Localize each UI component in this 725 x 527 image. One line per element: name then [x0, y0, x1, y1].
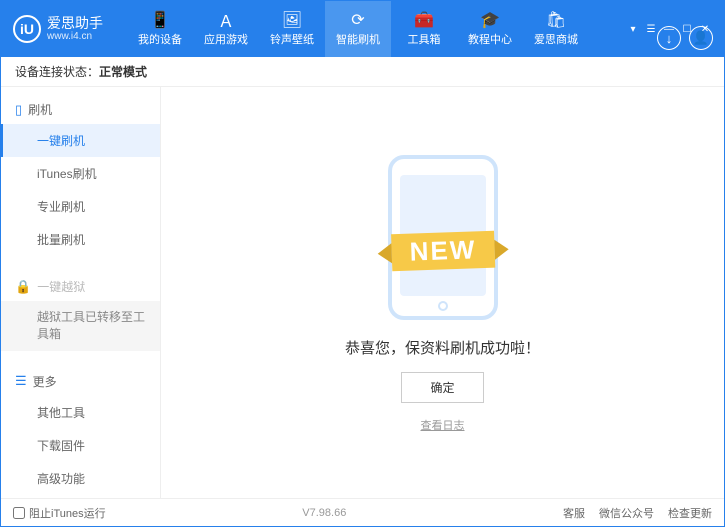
- footer-link-wechat[interactable]: 微信公众号: [599, 505, 654, 521]
- view-log-link[interactable]: 查看日志: [421, 417, 465, 433]
- settings-icon[interactable]: ☰: [644, 22, 658, 36]
- toolbox-icon: 🧰: [415, 11, 433, 29]
- nav-my-device[interactable]: 📱 我的设备: [127, 1, 193, 57]
- list-icon: ☰: [15, 373, 27, 389]
- sidebar-header-label: 刷机: [28, 101, 52, 118]
- brand-name: 爱思助手: [47, 16, 103, 31]
- footer: 阻止iTunes运行 V7.98.66 客服 微信公众号 检查更新: [1, 498, 724, 526]
- sidebar: ▯ 刷机 一键刷机 iTunes刷机 专业刷机 批量刷机 🔒 一键越狱 越狱工具已转…: [1, 87, 161, 498]
- footer-link-update[interactable]: 检查更新: [668, 505, 712, 521]
- phone-icon: ▯: [15, 102, 22, 118]
- wallpaper-icon: 🖼: [283, 11, 301, 29]
- download-button[interactable]: ↓: [657, 26, 681, 50]
- checkbox-label: 阻止iTunes运行: [29, 505, 106, 521]
- nav-toolbox[interactable]: 🧰 工具箱: [391, 1, 457, 57]
- nav-ringtones[interactable]: 🖼 铃声壁纸: [259, 1, 325, 57]
- device-icon: 📱: [151, 11, 169, 29]
- nav-store[interactable]: 🛍 爱思商城: [523, 1, 589, 57]
- status-label: 设备连接状态：: [15, 63, 99, 80]
- checkbox-block-itunes[interactable]: 阻止iTunes运行: [13, 505, 106, 521]
- nav-flash[interactable]: ⟳ 智能刷机: [325, 1, 391, 57]
- nav-tutorials[interactable]: 🎓 教程中心: [457, 1, 523, 57]
- sidebar-header-more[interactable]: ☰ 更多: [1, 367, 160, 396]
- nav-label: 教程中心: [468, 31, 512, 47]
- confirm-button[interactable]: 确定: [401, 372, 483, 403]
- tutorial-icon: 🎓: [481, 11, 499, 29]
- sidebar-header-flash[interactable]: ▯ 刷机: [1, 95, 160, 124]
- new-banner: NEW: [391, 231, 495, 272]
- menu-icon[interactable]: ▾: [626, 22, 640, 36]
- logo-icon: iU: [13, 15, 41, 43]
- footer-link-support[interactable]: 客服: [563, 505, 585, 521]
- brand-url: www.i4.cn: [47, 31, 103, 42]
- nav-label: 爱思商城: [534, 31, 578, 47]
- nav-label: 工具箱: [408, 31, 441, 47]
- sidebar-item-pro-flash[interactable]: 专业刷机: [1, 190, 160, 223]
- sidebar-jailbreak-info: 越狱工具已转移至工具箱: [1, 301, 160, 351]
- titlebar: iU 爱思助手 www.i4.cn 📱 我的设备 Ａ 应用游戏 🖼 铃声壁纸 ⟳ 智能刷…: [1, 1, 724, 57]
- success-message: 恭喜您，保资料刷机成功啦！: [345, 337, 540, 358]
- nav-label: 我的设备: [138, 31, 182, 47]
- nav-apps[interactable]: Ａ 应用游戏: [193, 1, 259, 57]
- top-nav: 📱 我的设备 Ａ 应用游戏 🖼 铃声壁纸 ⟳ 智能刷机 🧰 工具箱 🎓 教程中心 🛍 爱思商城: [127, 1, 626, 57]
- status-bar: 设备连接状态： 正常模式: [1, 57, 724, 87]
- store-icon: 🛍: [547, 11, 565, 29]
- brand-logo: iU 爱思助手 www.i4.cn: [13, 15, 103, 43]
- apps-icon: Ａ: [217, 11, 235, 29]
- sidebar-item-batch-flash[interactable]: 批量刷机: [1, 223, 160, 256]
- nav-label: 铃声壁纸: [270, 31, 314, 47]
- nav-label: 应用游戏: [204, 31, 248, 47]
- status-value: 正常模式: [99, 63, 147, 80]
- sidebar-header-label: 更多: [33, 373, 57, 390]
- sidebar-item-other-tools[interactable]: 其他工具: [1, 396, 160, 429]
- lock-icon: 🔒: [15, 279, 31, 295]
- user-button[interactable]: 👤: [689, 26, 713, 50]
- sidebar-item-oneclick-flash[interactable]: 一键刷机: [1, 124, 160, 157]
- nav-label: 智能刷机: [336, 31, 380, 47]
- sidebar-header-jailbreak: 🔒 一键越狱: [1, 272, 160, 301]
- main-content: NEW 恭喜您，保资料刷机成功啦！ 确定 查看日志: [161, 87, 724, 498]
- sidebar-header-label: 一键越狱: [37, 278, 85, 295]
- success-illustration: NEW: [368, 153, 518, 323]
- version-label: V7.98.66: [302, 507, 346, 519]
- sidebar-item-download-firmware[interactable]: 下载固件: [1, 429, 160, 462]
- checkbox-input[interactable]: [13, 507, 25, 519]
- sidebar-item-itunes-flash[interactable]: iTunes刷机: [1, 157, 160, 190]
- sidebar-item-advanced[interactable]: 高级功能: [1, 462, 160, 495]
- flash-icon: ⟳: [349, 11, 367, 29]
